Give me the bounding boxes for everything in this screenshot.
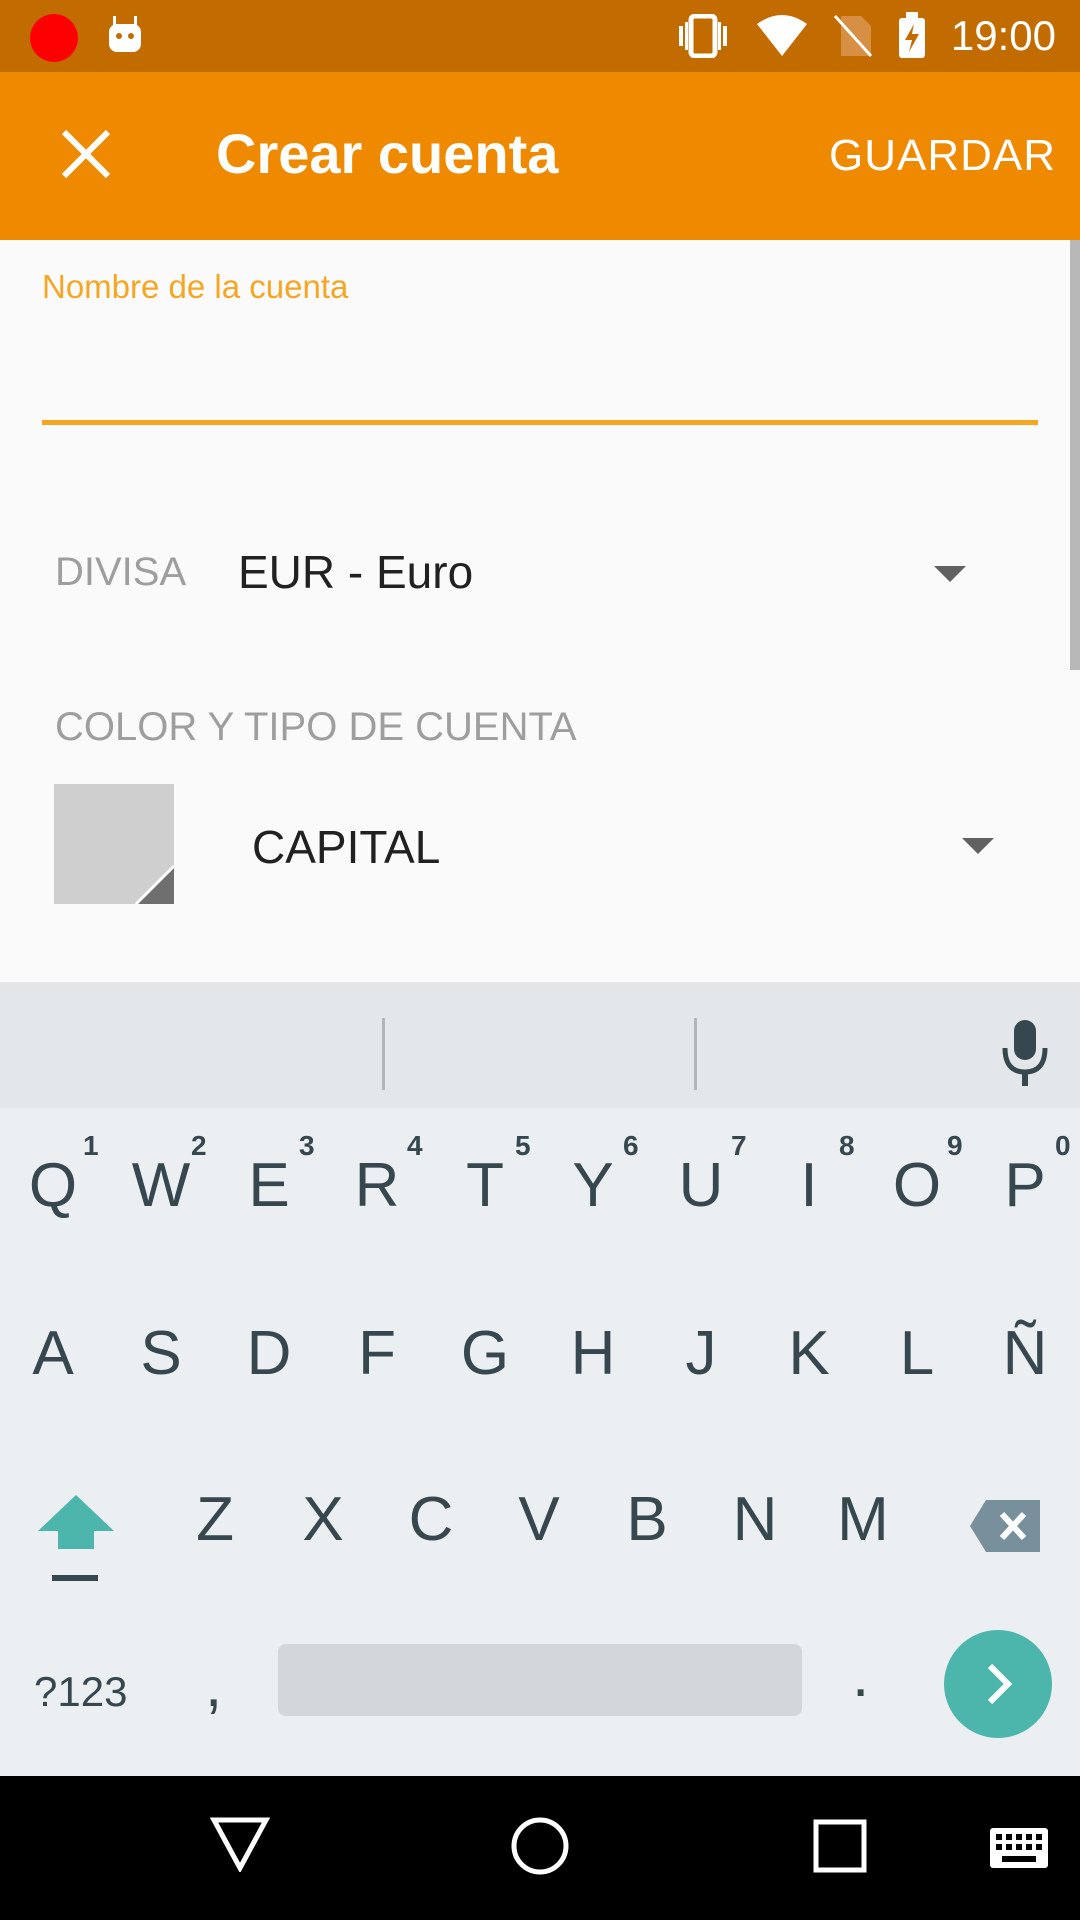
- color-swatch[interactable]: [54, 784, 174, 904]
- key-hint-8: 8: [839, 1130, 855, 1161]
- key-s[interactable]: S: [111, 1318, 211, 1389]
- microphone-icon[interactable]: [1000, 1018, 1050, 1088]
- suggestion-divider: [694, 1018, 697, 1090]
- key-ñ[interactable]: Ñ: [975, 1318, 1075, 1389]
- key-a[interactable]: A: [3, 1318, 103, 1389]
- period-key[interactable]: .: [852, 1640, 869, 1711]
- suggestion-strip: [0, 990, 1080, 1108]
- chevron-right-icon: [987, 1663, 1013, 1705]
- key-hint-3: 3: [299, 1130, 315, 1161]
- record-indicator-icon: [30, 14, 78, 62]
- key-hint-6: 6: [623, 1130, 639, 1161]
- key-v[interactable]: V: [489, 1484, 589, 1555]
- vibrate-icon: [678, 14, 727, 58]
- account-type-select[interactable]: CAPITAL: [252, 820, 440, 874]
- key-h[interactable]: H: [543, 1318, 643, 1389]
- wifi-icon: [756, 15, 807, 56]
- currency-select[interactable]: EUR - Euro: [238, 545, 473, 599]
- shift-icon[interactable]: [38, 1495, 114, 1585]
- android-notification-icon: [109, 16, 141, 52]
- key-k[interactable]: K: [759, 1318, 859, 1389]
- color-corner-icon: [134, 864, 174, 904]
- key-l[interactable]: L: [867, 1318, 967, 1389]
- recents-icon[interactable]: [812, 1818, 868, 1874]
- key-m[interactable]: M: [813, 1484, 913, 1555]
- key-x[interactable]: X: [273, 1484, 373, 1555]
- no-sim-icon: [833, 14, 873, 58]
- key-g[interactable]: G: [435, 1318, 535, 1389]
- key-d[interactable]: D: [219, 1318, 319, 1389]
- account-name-input[interactable]: [42, 310, 1042, 422]
- key-f[interactable]: F: [327, 1318, 427, 1389]
- suggestion-divider: [382, 1018, 385, 1090]
- key-hint-4: 4: [407, 1130, 423, 1161]
- backspace-icon[interactable]: [968, 1498, 1042, 1554]
- key-hint-5: 5: [515, 1130, 531, 1161]
- enter-key[interactable]: [944, 1630, 1052, 1738]
- status-bar: 19:00: [0, 0, 1080, 72]
- currency-label: DIVISA: [55, 550, 187, 594]
- close-icon[interactable]: [54, 122, 118, 186]
- app-bar: Crear cuenta GUARDAR: [0, 72, 1080, 240]
- color-type-heading: COLOR Y TIPO DE CUENTA: [55, 705, 577, 749]
- save-button[interactable]: GUARDAR: [829, 130, 1056, 182]
- soft-keyboard: Q1W2E3R4T5Y6U7I8O9P0ASDFGHJKLÑZXCVBNM ?1…: [0, 982, 1080, 1784]
- home-icon[interactable]: [510, 1816, 570, 1876]
- navigation-bar: [0, 1776, 1080, 1920]
- symbols-key[interactable]: ?123: [34, 1668, 127, 1716]
- space-key[interactable]: [278, 1644, 802, 1716]
- key-hint-0: 0: [1055, 1130, 1071, 1161]
- status-time: 19:00: [950, 12, 1056, 59]
- key-hint-9: 9: [947, 1130, 963, 1161]
- key-hint-2: 2: [191, 1130, 207, 1161]
- back-icon[interactable]: [210, 1816, 270, 1872]
- key-c[interactable]: C: [381, 1484, 481, 1555]
- key-z[interactable]: Z: [165, 1484, 265, 1555]
- account-name-underline: [42, 420, 1038, 425]
- comma-key[interactable]: ,: [205, 1650, 222, 1721]
- key-hint-7: 7: [731, 1130, 747, 1161]
- key-b[interactable]: B: [597, 1484, 697, 1555]
- account-name-label: Nombre de la cuenta: [42, 268, 349, 305]
- key-hint-1: 1: [83, 1130, 99, 1161]
- scrollbar[interactable]: [1070, 240, 1080, 670]
- key-j[interactable]: J: [651, 1318, 751, 1389]
- key-n[interactable]: N: [705, 1484, 805, 1555]
- keyboard-switch-icon[interactable]: [988, 1826, 1050, 1870]
- page-title: Crear cuenta: [216, 122, 559, 185]
- battery-charging-icon: [898, 12, 925, 58]
- account-type-dropdown-icon[interactable]: [962, 838, 994, 854]
- currency-dropdown-icon[interactable]: [934, 566, 966, 582]
